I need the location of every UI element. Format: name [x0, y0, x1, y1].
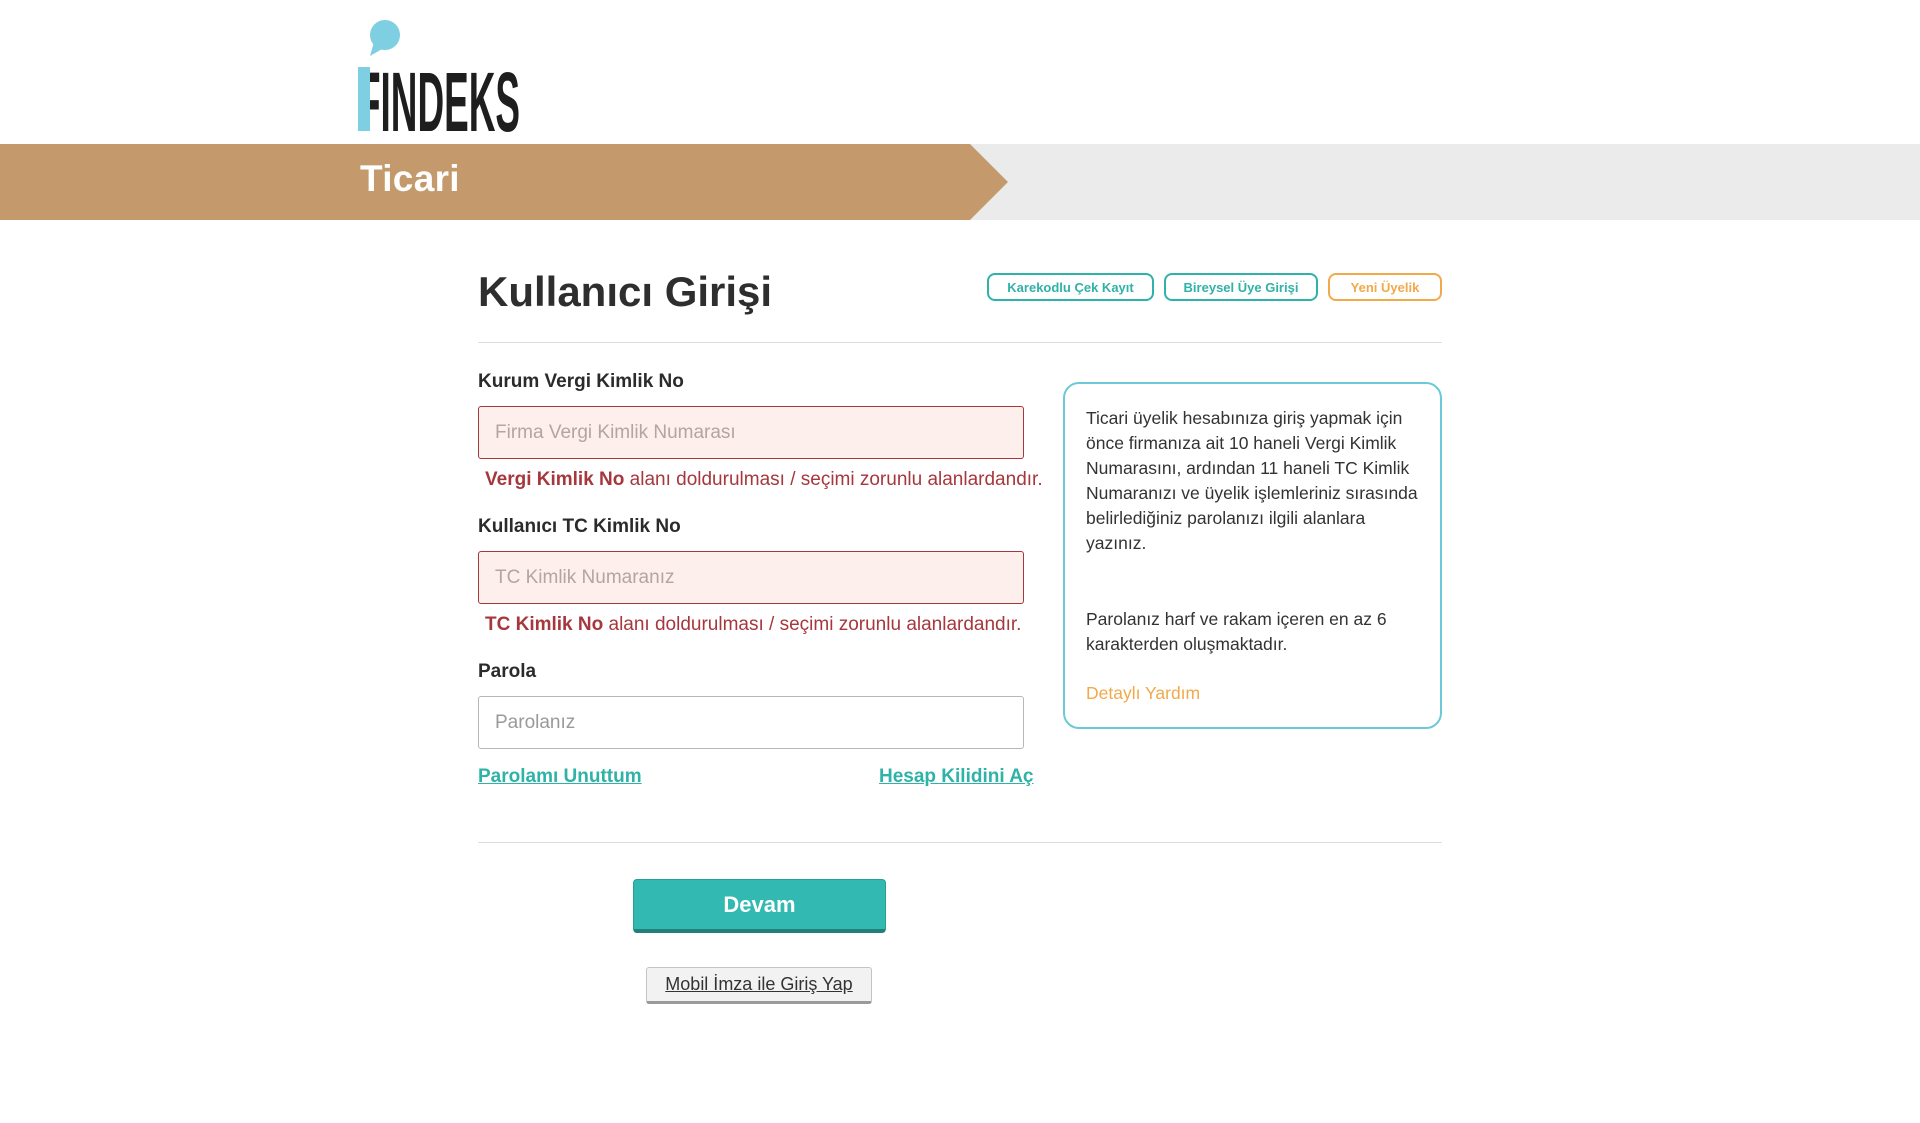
unlock-account-link[interactable]: Hesap Kilidini Aç: [879, 766, 1034, 788]
qr-check-register-button[interactable]: Karekodlu Çek Kayıt: [987, 273, 1154, 301]
tckn-error: TC Kimlik No alanı doldurulması / seçimi…: [485, 614, 1021, 636]
new-membership-button[interactable]: Yeni Üyelik: [1328, 273, 1442, 301]
individual-login-button[interactable]: Bireysel Üye Girişi: [1164, 273, 1318, 301]
vkn-error-field: Vergi Kimlik No: [485, 469, 625, 490]
password-label: Parola: [478, 661, 537, 682]
banner-ribbon: [0, 144, 1008, 220]
findeks-logo-graphic: FINDEKS: [358, 20, 520, 134]
page-title: Kullanıcı Girişi: [478, 268, 773, 315]
continue-button[interactable]: Devam: [633, 879, 886, 933]
section-divider: [478, 342, 1442, 343]
tckn-input[interactable]: [478, 551, 1024, 604]
info-box: Ticari üyelik hesabınıza giriş yapmak iç…: [1063, 382, 1442, 729]
actions-divider: [478, 842, 1442, 843]
vkn-error: Vergi Kimlik No alanı doldurulması / seç…: [485, 469, 1043, 491]
tckn-error-field: TC Kimlik No: [485, 614, 604, 635]
tckn-label: Kullanıcı TC Kimlik No: [478, 516, 681, 537]
findeks-logo[interactable]: FINDEKS: [358, 18, 520, 134]
tckn-error-text: alanı doldurulması / seçimi zorunlu alan…: [603, 614, 1022, 635]
banner-title: Ticari: [360, 158, 460, 199]
svg-text:FINDEKS: FINDEKS: [358, 55, 520, 134]
password-input[interactable]: [478, 696, 1024, 749]
vkn-error-text: alanı doldurulması / seçimi zorunlu alan…: [624, 469, 1043, 490]
vkn-input[interactable]: [478, 406, 1024, 459]
mobile-signature-login-button[interactable]: Mobil İmza ile Giriş Yap: [646, 967, 872, 1004]
detailed-help-link[interactable]: Detaylı Yardım: [1086, 683, 1422, 704]
forgot-password-link[interactable]: Parolamı Unuttum: [478, 766, 642, 788]
info-paragraph-2: Parolanız harf ve rakam içeren en az 6 k…: [1086, 609, 1387, 654]
vkn-label: Kurum Vergi Kimlik No: [478, 371, 684, 392]
info-paragraph-1: Ticari üyelik hesabınıza giriş yapmak iç…: [1086, 408, 1418, 553]
